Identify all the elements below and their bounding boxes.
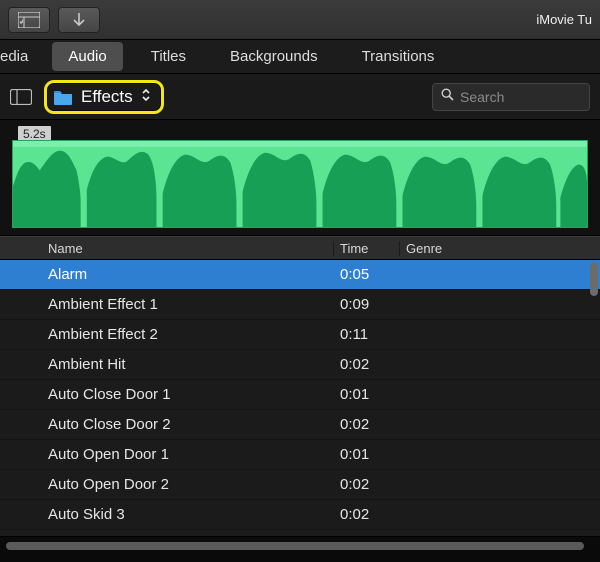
waveform-preview[interactable]: 5.2s [0,120,600,236]
horizontal-scrollbar[interactable] [0,536,600,554]
vertical-scrollbar-thumb[interactable] [590,262,598,296]
cell-name: Auto Open Door 2 [44,476,334,493]
cell-time: 0:02 [334,476,400,493]
search-input[interactable] [460,89,581,105]
column-header-time[interactable]: Time [334,241,400,256]
cell-time: 0:05 [334,266,400,283]
table-header: Name Time Genre [0,236,600,260]
media-library-button[interactable] [8,7,50,33]
table-row[interactable]: Auto Open Door 10:01 [0,440,600,470]
table-row[interactable]: Ambient Hit0:02 [0,350,600,380]
cell-name: Auto Close Door 1 [44,386,334,403]
folder-icon [53,89,73,105]
cell-name: Alarm [44,266,334,283]
waveform-graphic [12,140,588,228]
horizontal-scrollbar-thumb[interactable] [6,542,584,550]
cell-time: 0:02 [334,356,400,373]
tab-titles[interactable]: Titles [135,42,202,71]
cell-name: Auto Open Door 1 [44,446,334,463]
cell-name: Auto Close Door 2 [44,416,334,433]
search-field[interactable] [432,83,590,111]
tab-transitions[interactable]: Transitions [346,42,451,71]
window-toolbar: iMovie Tu [0,0,600,40]
table-row[interactable]: Auto Open Door 20:02 [0,470,600,500]
sidebar-toggle-button[interactable] [10,88,32,106]
cell-time: 0:01 [334,386,400,403]
tab-audio[interactable]: Audio [52,42,122,71]
cell-name: Ambient Effect 1 [44,296,334,313]
chevron-updown-icon [141,87,151,107]
table-row[interactable]: Ambient Effect 20:11 [0,320,600,350]
search-icon [441,88,454,106]
tab-backgrounds[interactable]: Backgrounds [214,42,334,71]
cell-time: 0:09 [334,296,400,313]
cell-time: 0:02 [334,416,400,433]
library-folder-label: Effects [81,87,133,107]
cell-time: 0:11 [334,326,400,343]
tab-media[interactable]: edia [0,42,40,71]
table-row[interactable]: Auto Skid 30:02 [0,500,600,530]
table-row[interactable]: Auto Close Door 10:01 [0,380,600,410]
window-title: iMovie Tu [536,12,592,27]
cell-time: 0:01 [334,446,400,463]
library-folder-dropdown[interactable]: Effects [44,80,164,114]
audio-table: Alarm0:05Ambient Effect 10:09Ambient Eff… [0,260,600,536]
table-row[interactable]: Ambient Effect 10:09 [0,290,600,320]
import-button[interactable] [58,7,100,33]
table-row[interactable]: Alarm0:05 [0,260,600,290]
table-row[interactable]: Auto Close Door 20:02 [0,410,600,440]
column-header-genre[interactable]: Genre [400,241,600,256]
content-tabs: edia Audio Titles Backgrounds Transition… [0,40,600,74]
cell-name: Auto Skid 3 [44,506,334,523]
browser-bar: Effects [0,74,600,120]
column-header-name[interactable]: Name [44,241,334,256]
cell-name: Ambient Effect 2 [44,326,334,343]
cell-name: Ambient Hit [44,356,334,373]
cell-time: 0:02 [334,506,400,523]
